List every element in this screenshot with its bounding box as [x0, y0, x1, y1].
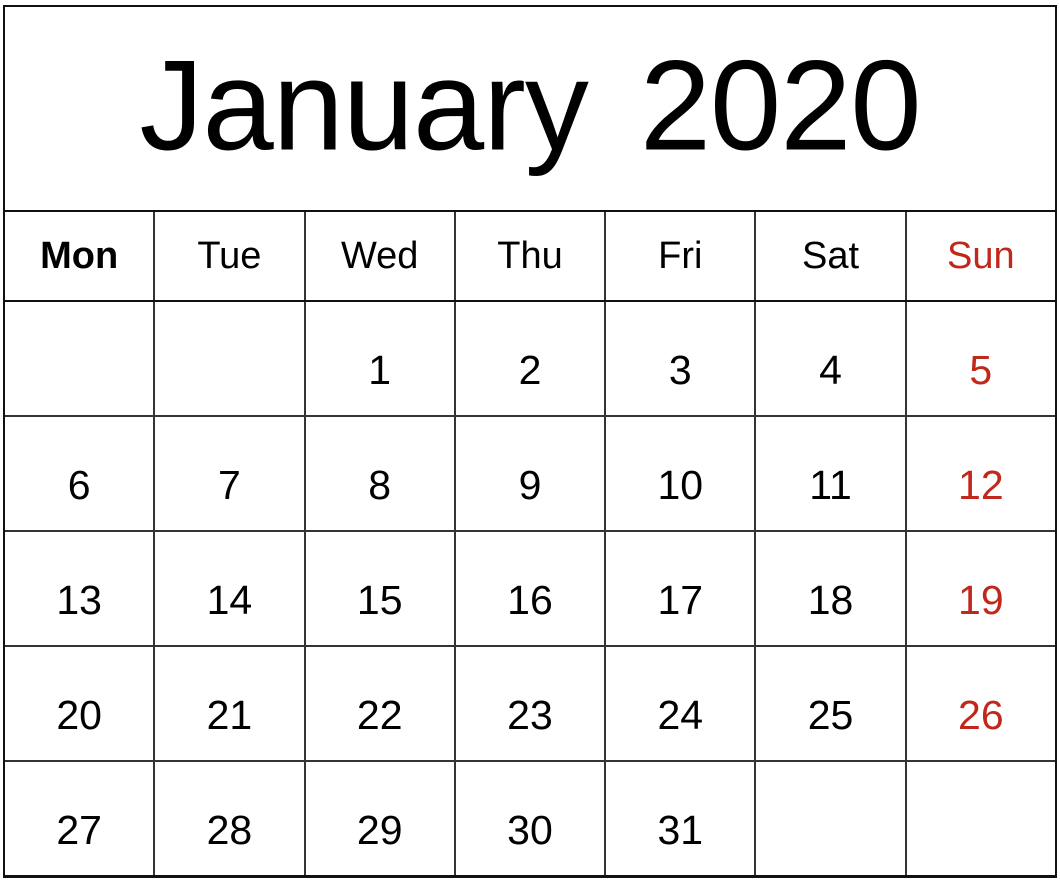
day-number: 21	[206, 692, 253, 738]
day-number: 25	[807, 692, 854, 738]
day-number: 8	[368, 462, 392, 508]
calendar-week-row: 6 7 8 9 10 11 12	[5, 417, 1055, 532]
day-cell[interactable]: 5	[907, 302, 1055, 415]
day-cell[interactable]: 3	[606, 302, 757, 415]
day-cell[interactable]: 27	[5, 762, 156, 875]
day-cell[interactable]: 16	[456, 532, 607, 645]
weekday-header-mon: Mon	[5, 212, 156, 300]
day-cell[interactable]: 6	[5, 417, 156, 530]
calendar-grid: Mon Tue Wed Thu Fri Sat Sun 0 0 1 2 3 4 …	[3, 210, 1057, 878]
calendar-year-label: 2020	[639, 33, 922, 177]
day-number: 28	[206, 807, 253, 853]
day-cell[interactable]: 0	[155, 302, 306, 415]
day-number: 16	[507, 577, 553, 623]
day-number: 3	[668, 347, 692, 393]
day-cell[interactable]: 26	[907, 647, 1055, 760]
day-cell[interactable]: 15	[306, 532, 456, 645]
day-cell[interactable]: 30	[456, 762, 607, 875]
calendar-week-row: 27 28 29 30 31 0 0	[5, 762, 1055, 875]
day-cell[interactable]: 31	[606, 762, 757, 875]
day-cell[interactable]: 9	[456, 417, 607, 530]
calendar-week-row: 0 0 1 2 3 4 5	[5, 302, 1055, 417]
day-number: 26	[958, 692, 1004, 738]
day-number: 2	[518, 347, 542, 393]
day-cell[interactable]: 8	[306, 417, 456, 530]
day-number: 19	[958, 577, 1004, 623]
day-number: 15	[356, 577, 403, 623]
calendar-title: January 2020	[5, 41, 1055, 170]
day-cell[interactable]: 4	[756, 302, 907, 415]
weekday-header-tue: Tue	[155, 212, 306, 300]
day-number: 13	[56, 577, 102, 623]
day-cell[interactable]: 1	[306, 302, 456, 415]
calendar-week-row: 20 21 22 23 24 25 26	[5, 647, 1055, 762]
day-cell[interactable]: 22	[306, 647, 456, 760]
day-number: 11	[809, 462, 852, 508]
weekday-header-row: Mon Tue Wed Thu Fri Sat Sun	[5, 212, 1055, 302]
weekday-header-fri: Fri	[606, 212, 757, 300]
weekday-header-sun: Sun	[947, 235, 1015, 277]
day-number: 20	[56, 692, 102, 738]
day-number: 7	[218, 462, 241, 508]
day-number: 30	[507, 807, 553, 853]
weekday-header-thu: Thu	[456, 212, 607, 300]
day-number: 10	[657, 462, 704, 508]
day-cell[interactable]: 20	[5, 647, 156, 760]
weekday-header-sat: Sat	[756, 212, 907, 300]
day-cell[interactable]: 0	[756, 762, 907, 875]
day-cell[interactable]: 25	[756, 647, 907, 760]
day-cell[interactable]: 23	[456, 647, 607, 760]
day-cell[interactable]: 28	[155, 762, 306, 875]
day-cell[interactable]: 21	[155, 647, 306, 760]
day-cell[interactable]: 19	[907, 532, 1055, 645]
day-number: 18	[807, 577, 854, 623]
day-number: 6	[67, 462, 91, 508]
day-cell[interactable]: 29	[306, 762, 456, 875]
day-cell[interactable]: 2	[456, 302, 607, 415]
calendar-month-label: January	[139, 33, 588, 177]
day-cell[interactable]: 11	[756, 417, 907, 530]
day-number: 14	[206, 577, 253, 623]
day-cell[interactable]: 18	[756, 532, 907, 645]
day-cell[interactable]: 7	[155, 417, 306, 530]
day-number: 17	[657, 577, 704, 623]
day-cell[interactable]: 0	[907, 762, 1055, 875]
day-cell[interactable]: 10	[606, 417, 757, 530]
calendar-week-row: 13 14 15 16 17 18 19	[5, 532, 1055, 647]
day-number: 12	[958, 462, 1004, 508]
day-cell[interactable]: 0	[5, 302, 156, 415]
day-number: 5	[969, 347, 993, 393]
weekday-header-wed: Wed	[306, 212, 456, 300]
day-cell[interactable]: 24	[606, 647, 757, 760]
day-cell[interactable]: 12	[907, 417, 1055, 530]
day-number: 31	[657, 807, 704, 853]
day-cell[interactable]: 17	[606, 532, 757, 645]
calendar-title-banner: January 2020	[3, 5, 1057, 212]
day-cell[interactable]: 13	[5, 532, 156, 645]
day-number: 4	[819, 347, 842, 393]
day-number: 1	[368, 347, 392, 393]
day-number: 9	[518, 462, 542, 508]
day-number: 23	[507, 692, 553, 738]
day-number: 22	[356, 692, 403, 738]
day-cell[interactable]: 14	[155, 532, 306, 645]
calendar-page: January 2020 Mon Tue Wed Thu Fri Sat Sun …	[0, 0, 1060, 882]
day-number: 29	[356, 807, 403, 853]
day-number: 24	[657, 692, 704, 738]
day-number: 27	[56, 807, 102, 853]
